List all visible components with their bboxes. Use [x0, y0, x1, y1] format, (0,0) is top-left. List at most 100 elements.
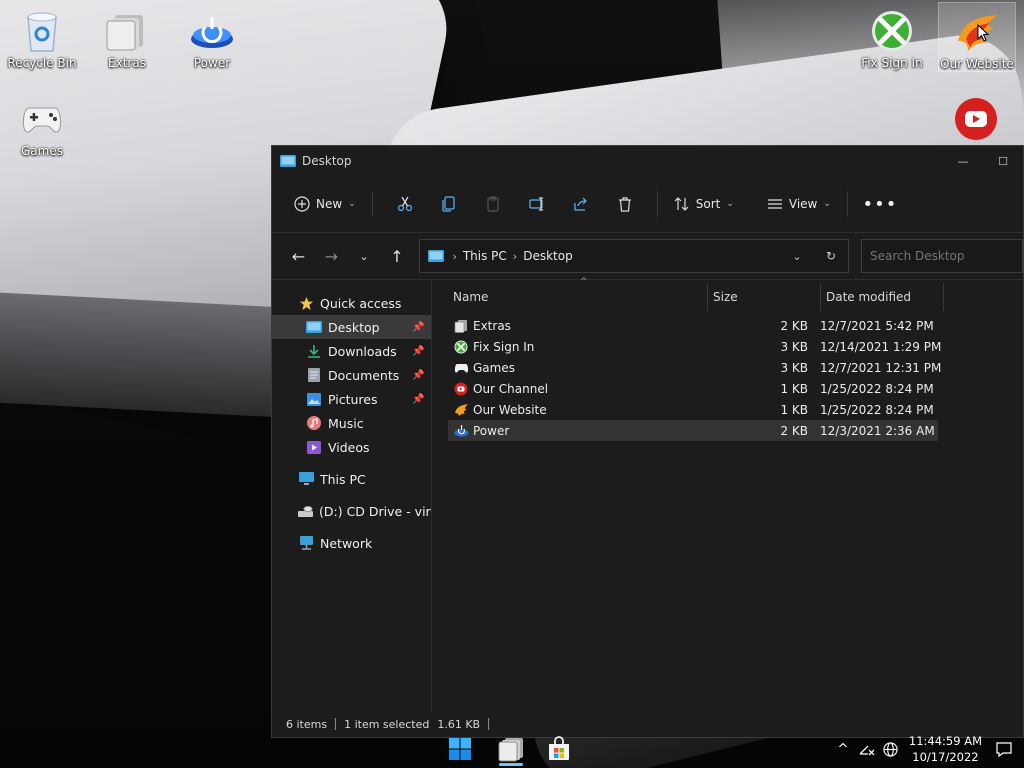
file-row[interactable]: Games 3 KB 12/7/2021 12:31 PM: [448, 357, 942, 378]
file-row[interactable]: Fix Sign In 3 KB 12/14/2021 1:29 PM: [448, 336, 941, 357]
taskbar-microsoft-store[interactable]: [539, 730, 579, 768]
column-header-date[interactable]: Date modified: [821, 283, 944, 311]
sidebar-item-label: (D:) CD Drive - virtio: [319, 503, 431, 519]
sort-label: Sort: [695, 197, 721, 211]
plus-circle-icon: [294, 196, 310, 212]
download-icon: [306, 343, 322, 359]
back-button[interactable]: ←: [282, 239, 315, 273]
maximize-icon[interactable]: ☐: [983, 146, 1023, 176]
sidebar-item-videos[interactable]: Videos: [272, 435, 431, 459]
up-button[interactable]: ↑: [381, 239, 414, 273]
desktop-icon-extras[interactable]: Extras: [89, 2, 165, 70]
network-icon: [298, 535, 314, 551]
sidebar-item-this-pc[interactable]: This PC: [272, 467, 431, 491]
globe-icon[interactable]: [879, 730, 903, 768]
pictures-icon: [306, 391, 322, 407]
file-date: 1/25/2022 8:24 PM: [820, 381, 934, 396]
file-row[interactable]: Our Channel 1 KB 1/25/2022 8:24 PM: [448, 378, 938, 399]
recent-locations-button[interactable]: ⌄: [348, 239, 381, 273]
share-button[interactable]: [563, 186, 599, 222]
sidebar-item-downloads[interactable]: Downloads 📌: [272, 339, 431, 363]
view-button[interactable]: View ⌄: [761, 186, 837, 222]
paste-button[interactable]: [475, 186, 511, 222]
sidebar-item-desktop[interactable]: Desktop 📌: [272, 315, 431, 339]
view-label: View: [788, 197, 818, 211]
delete-button[interactable]: [607, 186, 643, 222]
desktop-icon-our-channel[interactable]: [938, 90, 1014, 144]
breadcrumb-this-pc[interactable]: This PC: [463, 249, 507, 263]
file-row[interactable]: Extras 2 KB 12/7/2021 5:42 PM: [448, 315, 938, 336]
list-view-icon: [767, 199, 782, 209]
navigation-pane[interactable]: Quick access Desktop 📌 Downloads 📌 Docum…: [272, 279, 432, 711]
chevron-up-icon[interactable]: ^: [831, 730, 855, 768]
search-input[interactable]: [860, 239, 1023, 273]
new-label: New: [316, 197, 343, 211]
minimize-icon[interactable]: —: [943, 146, 983, 176]
store-icon: [549, 736, 569, 760]
gamepad-icon: [453, 360, 469, 376]
copy-icon: [442, 196, 455, 212]
taskbar: ^ 11:44:59 AM 10/17/2022: [0, 730, 1024, 768]
column-header-name[interactable]: Name: [448, 283, 708, 311]
file-size: 1 KB: [780, 402, 808, 417]
file-date: 12/7/2021 12:31 PM: [820, 360, 942, 375]
sidebar-item-network[interactable]: Network: [272, 531, 431, 555]
network-disconnected-icon[interactable]: [855, 730, 879, 768]
sidebar-item-documents[interactable]: Documents 📌: [272, 363, 431, 387]
xbox-icon: [453, 339, 469, 355]
cut-button[interactable]: [387, 186, 423, 222]
file-row[interactable]: Our Website 1 KB 1/25/2022 8:24 PM: [448, 399, 938, 420]
file-name: Our Website: [473, 402, 547, 417]
sidebar-item-music[interactable]: Music: [272, 411, 431, 435]
videos-icon: [306, 439, 322, 455]
arrow-left-icon: ←: [291, 246, 306, 266]
notifications-icon[interactable]: [992, 730, 1016, 768]
youtube-icon: [953, 96, 999, 142]
navigation-bar: ← → ⌄ ↑ › This PC › Desktop ⌄ ↻: [272, 233, 1023, 280]
file-name-cell: Power: [448, 423, 708, 439]
breadcrumb-desktop[interactable]: Desktop: [523, 249, 573, 263]
toolbar-divider: [750, 191, 751, 217]
desktop-icon-games[interactable]: Games: [4, 90, 80, 158]
documents-icon: [306, 367, 322, 383]
address-bar[interactable]: › This PC › Desktop ⌄ ↻: [419, 239, 849, 273]
file-list[interactable]: ^ Name Size Date modified Extras 2 KB 12/7…: [432, 277, 1023, 711]
file-row[interactable]: Power 2 KB 12/3/2021 2:36 AM: [448, 420, 938, 441]
desktop-icon-recycle-bin[interactable]: Recycle Bin: [4, 2, 80, 70]
windows-logo-icon: [449, 738, 471, 760]
copy-button[interactable]: [431, 186, 467, 222]
address-dropdown-button[interactable]: ⌄: [780, 240, 814, 272]
chevron-down-icon: ⌄: [359, 249, 369, 263]
rename-button[interactable]: [519, 186, 555, 222]
new-button[interactable]: New ⌄: [288, 186, 362, 222]
file-name: Power: [473, 423, 510, 438]
arrow-up-icon: ↑: [390, 246, 404, 266]
desktop-icon-fix-sign-in[interactable]: Fix Sign In: [854, 2, 930, 70]
desktop-folder-icon: [306, 319, 322, 335]
column-header-size[interactable]: Size: [708, 283, 821, 311]
sidebar-item-cd-drive[interactable]: (D:) CD Drive - virtio: [272, 499, 431, 523]
start-button[interactable]: [440, 730, 480, 768]
sort-button[interactable]: Sort ⌄: [668, 186, 740, 222]
forward-button[interactable]: →: [315, 239, 348, 273]
share-icon: [574, 197, 587, 211]
file-name-cell: Our Website: [448, 402, 708, 418]
folder-stack-icon: [104, 8, 150, 54]
sidebar-item-quick-access[interactable]: Quick access: [272, 291, 431, 315]
sidebar-item-pictures[interactable]: Pictures 📌: [272, 387, 431, 411]
desktop-icon-label: Games: [21, 144, 63, 158]
refresh-button[interactable]: ↻: [814, 240, 848, 272]
title-bar[interactable]: Desktop — ☐: [272, 146, 1023, 176]
file-name: Our Channel: [473, 381, 549, 396]
clock[interactable]: 11:44:59 AM 10/17/2022: [909, 733, 982, 765]
rename-icon: [529, 197, 543, 211]
taskbar-file-explorer[interactable]: [491, 730, 531, 768]
desktop-icon-power[interactable]: Power: [174, 2, 250, 70]
breadcrumb-separator: ›: [512, 249, 518, 263]
explorer-window[interactable]: Desktop — ☐ New ⌄ Sort ⌄ View ⌄ ••• ← → …: [271, 145, 1024, 738]
power-icon: [453, 423, 469, 439]
desktop-folder-icon: [280, 155, 296, 167]
folder-stack-icon: [453, 318, 469, 334]
more-options-button[interactable]: •••: [862, 186, 898, 222]
column-headers: ^ Name Size Date modified: [448, 277, 1023, 315]
